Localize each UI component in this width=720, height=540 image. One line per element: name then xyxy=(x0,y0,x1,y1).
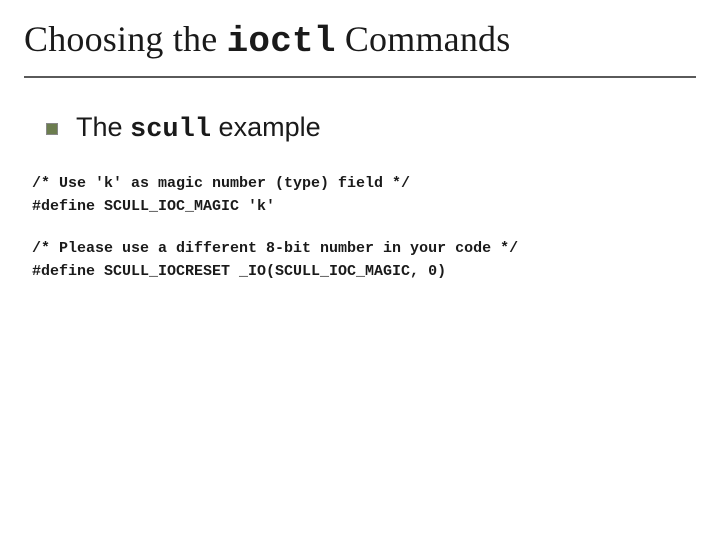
title-text-part2: Commands xyxy=(336,19,511,59)
code-block-2: /* Please use a different 8-bit number i… xyxy=(32,238,696,283)
bullet-mono: scull xyxy=(130,115,211,145)
bullet-text-part1: The xyxy=(76,112,130,142)
code-block-1: /* Use 'k' as magic number (type) field … xyxy=(32,173,696,218)
code2-line2: #define SCULL_IOCRESET _IO(SCULL_IOC_MAG… xyxy=(32,263,446,280)
bullet-text: The scull example xyxy=(76,112,321,145)
code1-line2: #define SCULL_IOC_MAGIC 'k' xyxy=(32,198,275,215)
code1-line1: /* Use 'k' as magic number (type) field … xyxy=(32,175,410,192)
title-mono: ioctl xyxy=(227,21,336,62)
square-bullet-icon xyxy=(46,123,58,135)
bullet-text-part2: example xyxy=(211,112,321,142)
code2-line1: /* Please use a different 8-bit number i… xyxy=(32,240,518,257)
slide-title: Choosing the ioctl Commands xyxy=(24,18,696,78)
bullet-item: The scull example xyxy=(46,112,696,145)
title-text-part1: Choosing the xyxy=(24,19,227,59)
